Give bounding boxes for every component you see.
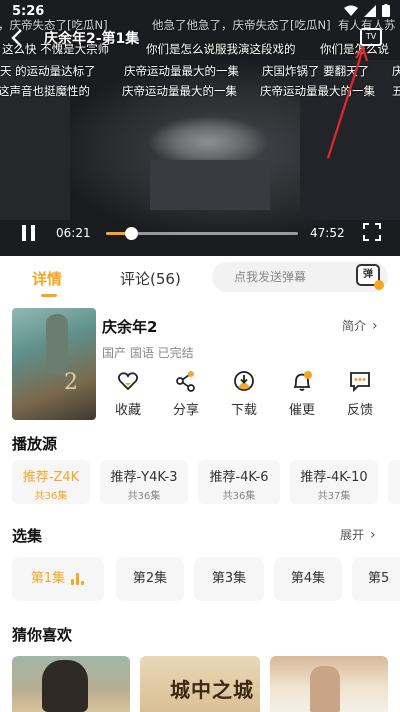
download-button[interactable]: 下载 [218, 370, 270, 418]
chevron-right-icon: › [372, 318, 378, 334]
poster-figure [46, 314, 68, 374]
episode-item[interactable]: 第5 [352, 557, 400, 601]
annotation-arrow-icon [326, 45, 369, 159]
episode-label: 第1集 [30, 571, 66, 586]
favorite-button[interactable]: 收藏 [102, 370, 154, 418]
show-meta: 国产 国语 已完结 [102, 346, 194, 360]
source-count: 共36集 [34, 491, 68, 502]
episode-item[interactable]: 第4集 [274, 557, 342, 601]
danmaku-toggle-icon: 弹 [363, 269, 373, 280]
total-time: 47:52 [310, 226, 345, 240]
action-bar: 收藏 分享 下载 催更 反馈 [100, 370, 400, 420]
recommendation-title: 城中之城 [170, 678, 254, 702]
sources-title: 播放源 [12, 435, 58, 453]
source-count: 共36集 [127, 491, 161, 502]
recommendation-card[interactable] [12, 656, 130, 712]
expand-link[interactable]: 展开 › [340, 526, 376, 543]
source-count: 共36集 [222, 491, 256, 502]
download-icon [234, 371, 254, 391]
poster-figure [42, 660, 88, 712]
video-player[interactable]: 5:26 ，庆帝失态了[吃瓜N] 他急了他急了，庆帝失态了[吃瓜N] 有人有人苏… [0, 0, 400, 256]
chevron-right-icon: › [370, 527, 376, 543]
bell-icon [293, 371, 312, 391]
poster-figure [310, 666, 340, 712]
danmaku-toggle-button[interactable]: 弹 [356, 264, 384, 290]
source-name: 推荐-4K-6 [209, 470, 269, 485]
intro-label: 简介 [342, 319, 367, 333]
expand-label: 展开 [340, 528, 365, 542]
progress-bar[interactable] [106, 227, 298, 240]
current-time: 06:21 [56, 226, 91, 240]
recommendation-card[interactable]: 城中之城 [140, 656, 260, 712]
tab-details[interactable]: 详情 [32, 268, 62, 289]
share-button[interactable]: 分享 [160, 370, 212, 418]
source-item[interactable]: 推荐-Z4K 共36集 [12, 460, 90, 504]
heart-icon [117, 372, 139, 391]
favorite-label: 收藏 [114, 403, 141, 418]
feedback-button[interactable]: 反馈 [334, 370, 386, 418]
source-item[interactable]: 推荐-4K-10 共37集 [290, 460, 378, 504]
episode-item[interactable]: 第3集 [194, 557, 264, 601]
fullscreen-icon [363, 223, 381, 241]
source-item[interactable] [388, 460, 400, 504]
recommendations-title: 猜你喜欢 [12, 626, 73, 644]
fullscreen-button[interactable] [362, 222, 382, 242]
intro-link[interactable]: 简介 › [342, 317, 378, 334]
source-name: 推荐-Y4K-3 [110, 470, 178, 485]
source-item[interactable]: 推荐-Y4K-3 共36集 [100, 460, 188, 504]
recommendation-card[interactable] [270, 656, 388, 712]
feedback-label: 反馈 [346, 403, 373, 418]
show-title: 庆余年2 [102, 318, 158, 336]
episode-item[interactable]: 第1集 [12, 557, 104, 601]
feedback-icon [350, 372, 370, 392]
source-count: 共37集 [317, 491, 351, 502]
source-item[interactable]: 推荐-4K-6 共36集 [198, 460, 280, 504]
pause-button[interactable] [20, 224, 38, 242]
episodes-title: 选集 [12, 527, 43, 545]
urge-update-label: 催更 [288, 403, 315, 418]
download-label: 下载 [230, 403, 257, 418]
playing-bars-icon [71, 572, 85, 585]
tab-comments[interactable]: 评论(56) [120, 268, 181, 289]
share-icon [176, 371, 195, 392]
tab-indicator [41, 294, 57, 297]
episode-item[interactable]: 第2集 [116, 557, 184, 601]
source-name: 推荐-4K-10 [300, 470, 368, 485]
poster-logo: 2 [64, 370, 78, 395]
source-name: 推荐-Z4K [22, 470, 80, 485]
app-page: 5:26 ，庆帝失态了[吃瓜N] 他急了他急了，庆帝失态了[吃瓜N] 有人有人苏… [0, 0, 400, 712]
show-poster[interactable]: 2 [12, 308, 96, 420]
share-label: 分享 [172, 403, 199, 418]
urge-update-button[interactable]: 催更 [276, 370, 328, 418]
